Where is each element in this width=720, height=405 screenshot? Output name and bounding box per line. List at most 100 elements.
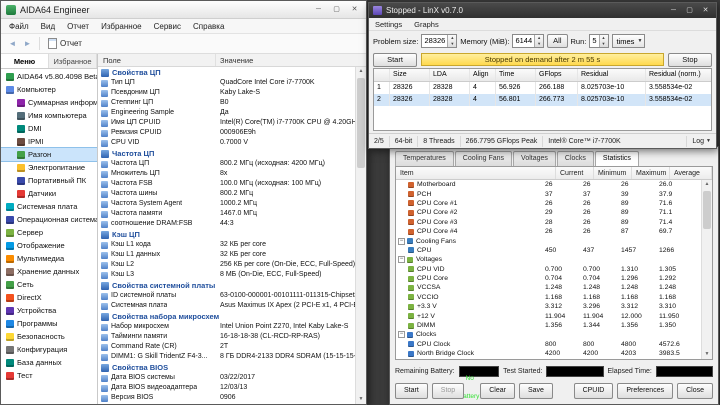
property-row[interactable]: Тип ЦП QuadCore Intel Core i7-7700K bbox=[98, 78, 355, 88]
stat-row-3-3-v[interactable]: +3.3 V 3.312 3.296 3.312 3.310 bbox=[396, 302, 701, 311]
close-button[interactable]: Close bbox=[677, 383, 713, 399]
property-row[interactable]: Дата BIOS видеоадаптера 12/03/13 bbox=[98, 383, 355, 393]
property-row[interactable]: Степпинг ЦП B0 bbox=[98, 98, 355, 108]
scroll-down-icon[interactable]: ▼ bbox=[702, 350, 712, 359]
back-arrow-icon[interactable]: ◄ bbox=[5, 37, 20, 51]
problem-size-input[interactable]: 28326 ▲ ▼ bbox=[421, 34, 458, 48]
spinner-arrows-icon[interactable]: ▲ ▼ bbox=[447, 35, 457, 47]
group-row-clocks[interactable]: − Clocks bbox=[396, 330, 701, 339]
tree-item-multimedia[interactable]: Мультимедиа bbox=[1, 252, 97, 265]
property-row[interactable]: Частота FSB 100.0 МГц (исходная: 100 МГц) bbox=[98, 179, 355, 189]
minimize-icon[interactable]: ─ bbox=[666, 5, 681, 17]
tree-item-overclock[interactable]: Разгон bbox=[1, 147, 97, 162]
tree-item-benchmark[interactable]: Тест bbox=[1, 369, 97, 382]
menu-item-settings[interactable]: Settings bbox=[369, 20, 408, 29]
stat-row-cpu-core-4[interactable]: CPU Core #4 26 26 87 69.7 bbox=[396, 227, 701, 236]
scrollbar-thumb[interactable] bbox=[357, 78, 365, 168]
stat-row-cpu-vid[interactable]: CPU VID 0.700 0.700 1.310 1.305 bbox=[396, 265, 701, 274]
stat-row-vccsa[interactable]: VCCSA 1.248 1.248 1.248 1.248 bbox=[396, 283, 701, 292]
cpuid-button[interactable]: CPUID bbox=[573, 383, 614, 399]
tree-item-server[interactable]: Сервер bbox=[1, 226, 97, 239]
tree-item-storage[interactable]: Хранение данных bbox=[1, 265, 97, 278]
property-row[interactable]: Множитель ЦП 8x bbox=[98, 169, 355, 179]
spinner-arrows-icon[interactable]: ▲ ▼ bbox=[598, 35, 608, 47]
sidebar-tab-0[interactable]: Меню bbox=[1, 54, 49, 68]
property-row[interactable]: Кэш L2 256 КБ per core (On-Die, ECC, Full… bbox=[98, 260, 355, 270]
tree-item-aida-logo[interactable]: AIDA64 v5.80.4098 Beta bbox=[1, 70, 97, 83]
property-row[interactable]: Частота памяти 1467.0 МГц bbox=[98, 209, 355, 219]
close-icon[interactable]: ✕ bbox=[346, 3, 363, 16]
property-row[interactable]: Системная плата Asus Maximus IX Apex (2 P… bbox=[98, 301, 355, 311]
save-button[interactable]: Save bbox=[518, 383, 553, 399]
property-row[interactable]: Engineering Sample Да bbox=[98, 108, 355, 118]
statistics-scrollbar[interactable]: ▲ ▼ bbox=[701, 180, 712, 359]
column-header-current[interactable]: Current bbox=[556, 167, 594, 179]
scroll-up-icon[interactable]: ▲ bbox=[356, 67, 366, 76]
property-row[interactable]: Тайминги памяти 16-18-18-38 (CL-RCD-RP-RA… bbox=[98, 332, 355, 342]
tree-item-summary[interactable]: Суммарная информация bbox=[1, 96, 97, 109]
stat-row-north-bridge-clock[interactable]: North Bridge Clock 4200 4200 4203 3983.5 bbox=[396, 349, 701, 358]
tree-item-directx[interactable]: DirectX bbox=[1, 291, 97, 304]
property-row[interactable]: Набор микросхем Intel Union Point Z270, I… bbox=[98, 322, 355, 332]
property-row[interactable]: Кэш L1 данных 32 КБ per core bbox=[98, 250, 355, 260]
memory-input[interactable]: 6144 ▲ ▼ bbox=[512, 34, 545, 48]
menu-item-3[interactable]: Избранное bbox=[95, 22, 148, 31]
column-header-minimum[interactable]: Minimum bbox=[594, 167, 632, 179]
tab-clocks[interactable]: Clocks bbox=[556, 151, 594, 166]
content-scrollbar[interactable]: ▲ ▼ bbox=[355, 67, 366, 404]
run-count-input[interactable]: 5 ▲ ▼ bbox=[589, 34, 609, 48]
stat-row-12-v[interactable]: +12 V 11.904 11.904 12.000 11.950 bbox=[396, 311, 701, 320]
property-row[interactable]: соотношение DRAM:FSB 44:3 bbox=[98, 219, 355, 229]
scroll-down-icon[interactable]: ▼ bbox=[356, 395, 366, 404]
menu-item-graphs[interactable]: Graphs bbox=[408, 20, 445, 29]
stat-row-dimm[interactable]: DIMM 1.356 1.344 1.356 1.350 bbox=[396, 321, 701, 330]
result-row[interactable]: 1 28326 28328 4 56.926 266.188 8.025703e-10 3.5… bbox=[374, 82, 711, 94]
stat-row-dimm[interactable]: DIMM1467146514671466.2 bbox=[396, 358, 701, 359]
log-dropdown[interactable]: Log ▼ bbox=[687, 136, 716, 147]
column-header-maximum[interactable]: Maximum bbox=[632, 167, 670, 179]
run-unit-dropdown[interactable]: times ▼ bbox=[611, 34, 646, 48]
stat-row-cpu-core[interactable]: CPU Core 0.704 0.704 1.296 1.292 bbox=[396, 274, 701, 283]
group-row-cooling-fans[interactable]: − Cooling Fans bbox=[396, 236, 701, 245]
tree-item-laptop[interactable]: Портативный ПК bbox=[1, 174, 97, 187]
property-row[interactable]: Имя ЦП CPUID Intel(R) Core(TM) i7-7700K C… bbox=[98, 118, 355, 128]
tree-item-computer-name[interactable]: Имя компьютера bbox=[1, 109, 97, 122]
clear-button[interactable]: Clear bbox=[480, 383, 515, 399]
stat-row-motherboard[interactable]: Motherboard 26 26 26 26.0 bbox=[396, 180, 701, 189]
tree-item-database[interactable]: База данных bbox=[1, 356, 97, 369]
property-row[interactable]: Дата BIOS системы 03/22/2017 bbox=[98, 373, 355, 383]
linx-titlebar[interactable]: Stopped - LinX v0.7.0 ─ ▢ ✕ bbox=[369, 3, 716, 18]
maximize-icon[interactable]: ▢ bbox=[682, 5, 697, 17]
property-row[interactable]: DIMM1: G Skill TridentZ F4-3... 8 ГБ DDR4… bbox=[98, 352, 355, 362]
menu-item-2[interactable]: Отчет bbox=[61, 22, 95, 31]
collapse-expander-icon[interactable]: − bbox=[398, 256, 405, 264]
menu-item-4[interactable]: Сервис bbox=[148, 22, 187, 31]
collapse-expander-icon[interactable]: − bbox=[398, 331, 405, 339]
tree-item-power[interactable]: Электропитание bbox=[1, 161, 97, 174]
minimize-icon[interactable]: ─ bbox=[310, 3, 327, 16]
property-row[interactable]: Кэш L3 8 МБ (On-Die, ECC, Full-Speed) bbox=[98, 270, 355, 280]
tree-item-dmi[interactable]: DMI bbox=[1, 122, 97, 135]
stat-row-cpu-core-3[interactable]: CPU Core #3 28 26 89 71.4 bbox=[396, 218, 701, 227]
field-column-header[interactable]: Поле bbox=[98, 54, 216, 66]
menu-item-1[interactable]: Вид bbox=[35, 22, 61, 31]
aida64-titlebar[interactable]: AIDA64 Engineer ─ ▢ ✕ bbox=[1, 1, 366, 19]
preferences-button[interactable]: Preferences bbox=[617, 383, 674, 399]
tree-item-config[interactable]: Конфигурация bbox=[1, 343, 97, 356]
property-row[interactable]: Частота ЦП 800.2 МГц (исходная: 4200 МГц) bbox=[98, 159, 355, 169]
property-row[interactable]: ID системной платы 63-0100-000001-0010111… bbox=[98, 291, 355, 301]
column-header-item[interactable]: Item bbox=[396, 167, 556, 179]
stat-row-cpu-core-2[interactable]: CPU Core #2 29 26 89 71.1 bbox=[396, 208, 701, 217]
menu-item-5[interactable]: Справка bbox=[187, 22, 230, 31]
property-row[interactable]: Частота System Agent 1000.2 МГц bbox=[98, 199, 355, 209]
group-row-voltages[interactable]: − Voltages bbox=[396, 255, 701, 264]
property-row[interactable]: Версия BIOS 0906 bbox=[98, 393, 355, 403]
stat-row-vccio[interactable]: VCCIO 1.168 1.168 1.168 1.168 bbox=[396, 293, 701, 302]
tree-item-display[interactable]: Отображение bbox=[1, 239, 97, 252]
tree-item-computer[interactable]: Компьютер bbox=[1, 83, 97, 96]
property-row[interactable]: Псевдоним ЦП Kaby Lake-S bbox=[98, 88, 355, 98]
tree-item-os[interactable]: Операционная система bbox=[1, 213, 97, 226]
close-icon[interactable]: ✕ bbox=[698, 5, 713, 17]
scroll-up-icon[interactable]: ▲ bbox=[702, 180, 712, 189]
start-button[interactable]: Start bbox=[395, 383, 428, 399]
